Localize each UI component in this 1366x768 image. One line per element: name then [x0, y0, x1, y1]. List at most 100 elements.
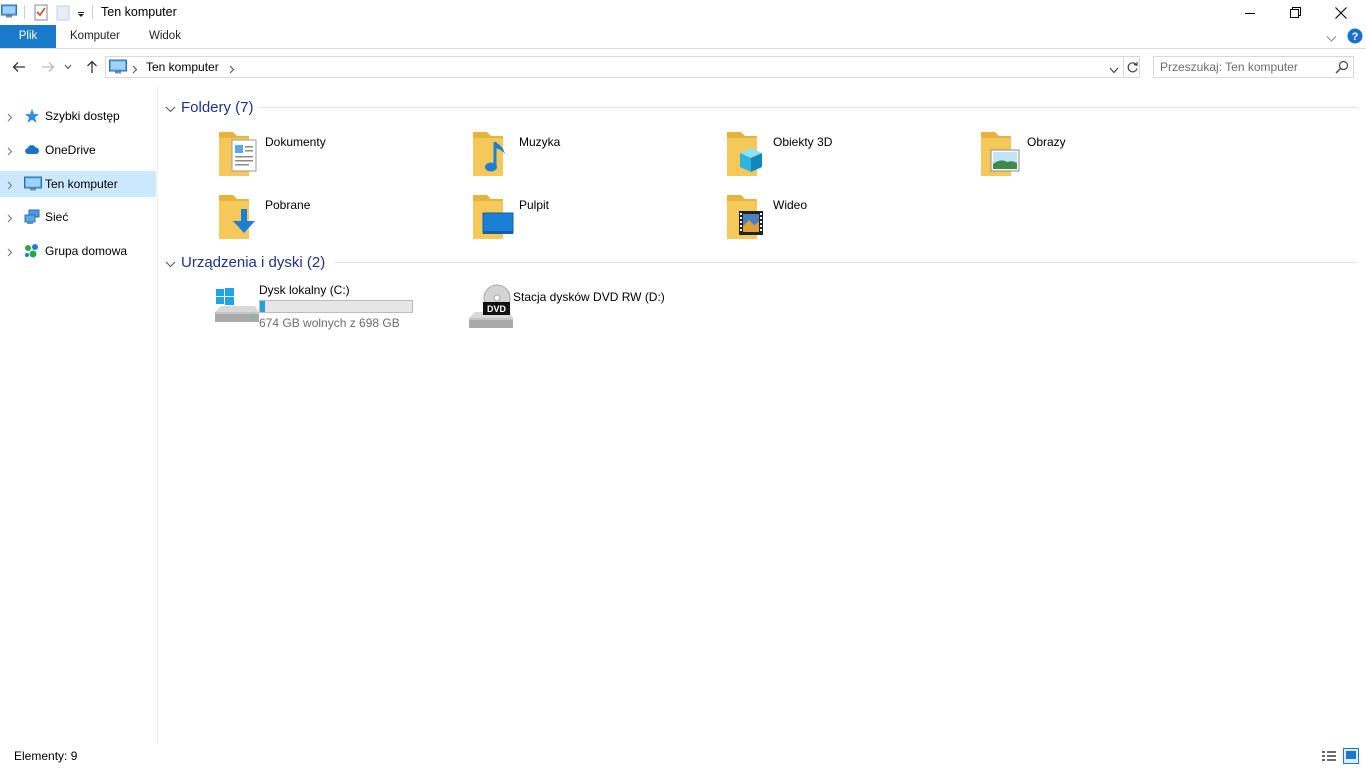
- address-divider: [1123, 57, 1124, 77]
- address-bar[interactable]: Ten komputer: [105, 56, 1140, 78]
- drive-label: Stacja dysków DVD RW (D:): [513, 290, 665, 304]
- folder-item-videos[interactable]: Wideo: [727, 191, 977, 247]
- toolbar-divider: [24, 5, 25, 19]
- expand-chevron-icon[interactable]: [7, 212, 13, 226]
- up-button[interactable]: [82, 58, 102, 76]
- breadcrumb-item[interactable]: Ten komputer: [146, 60, 219, 74]
- close-button[interactable]: [1318, 0, 1364, 25]
- collapse-chevron-icon[interactable]: [165, 102, 176, 116]
- properties-icon[interactable]: [33, 3, 49, 21]
- tab-view[interactable]: Widok: [139, 25, 191, 48]
- folder-item-downloads[interactable]: Pobrane: [219, 191, 469, 247]
- forward-button[interactable]: [38, 58, 58, 76]
- large-icons-view-icon[interactable]: [1343, 748, 1359, 767]
- group-header-folders[interactable]: Foldery (7): [165, 96, 1358, 118]
- new-folder-icon[interactable]: [56, 3, 70, 21]
- minimize-icon: [1245, 12, 1255, 14]
- folder-label: Pobrane: [265, 198, 311, 212]
- folder-item-documents[interactable]: Dokumenty: [219, 128, 469, 184]
- sidebar-item-homegroup[interactable]: Grupa domowa: [0, 238, 156, 264]
- expand-chevron-icon[interactable]: [7, 111, 13, 125]
- sidebar-item-this-pc[interactable]: Ten komputer: [0, 171, 156, 197]
- desktop-folder-icon: [473, 191, 521, 239]
- status-bar: Elementy: 9: [0, 744, 1366, 768]
- drive-item-local-disk[interactable]: Dysk lokalny (C:) 674 GB wolnych z 698 G…: [213, 282, 433, 334]
- sidebar-item-label: Sieć: [45, 210, 69, 224]
- drive-label: Dysk lokalny (C:): [259, 283, 350, 297]
- folder-label: Wideo: [773, 198, 808, 212]
- folder-item-desktop[interactable]: Pulpit: [473, 191, 723, 247]
- details-view-icon[interactable]: [1321, 749, 1337, 766]
- music-folder-icon: [473, 128, 521, 176]
- ribbon: Plik Komputer Widok ?: [0, 25, 1366, 49]
- group-divider: [260, 107, 1358, 108]
- group-title: Urządzenia i dyski (2): [181, 254, 326, 271]
- sidebar-item-label: OneDrive: [45, 143, 96, 157]
- address-row: Ten komputer: [0, 50, 1366, 86]
- group-divider: [335, 262, 1358, 263]
- folder-label: Muzyka: [519, 135, 561, 149]
- folder-item-3d-objects[interactable]: Obiekty 3D: [727, 128, 977, 184]
- downloads-folder-icon: [219, 191, 267, 239]
- star-icon: [24, 108, 40, 124]
- arrow-right-icon: [42, 62, 55, 72]
- videos-folder-icon: [727, 191, 775, 239]
- network-icon: [24, 209, 40, 225]
- expand-chevron-icon[interactable]: [7, 179, 13, 193]
- expand-chevron-icon[interactable]: [7, 246, 13, 260]
- breadcrumb-chevron-icon[interactable]: [229, 63, 235, 77]
- refresh-icon[interactable]: [1126, 60, 1139, 77]
- toolbar-divider: [92, 5, 93, 19]
- svg-text:?: ?: [1352, 31, 1359, 43]
- drive-item-dvd[interactable]: DVD Stacja dysków DVD RW (D:): [467, 282, 717, 338]
- expand-ribbon-icon[interactable]: [1326, 32, 1337, 46]
- breadcrumb-separator-icon[interactable]: [132, 63, 138, 77]
- restore-button[interactable]: [1272, 0, 1318, 25]
- tab-file[interactable]: Plik: [0, 25, 56, 48]
- collapse-chevron-icon[interactable]: [165, 257, 176, 271]
- folder-label: Dokumenty: [265, 135, 326, 149]
- folder-label: Pulpit: [519, 198, 550, 212]
- items-count: Elementy: 9: [14, 749, 78, 763]
- arrow-left-icon: [12, 62, 25, 72]
- address-history-dropdown[interactable]: [1109, 63, 1119, 77]
- local-disk-icon: [213, 282, 261, 330]
- chevron-down-icon: [64, 64, 72, 70]
- computer-icon: [109, 59, 127, 78]
- search-box[interactable]: [1153, 56, 1354, 78]
- folder-item-pictures[interactable]: Obrazy: [981, 128, 1231, 184]
- sidebar-item-onedrive[interactable]: OneDrive: [0, 137, 156, 163]
- back-button[interactable]: [9, 58, 29, 76]
- arrow-up-icon: [87, 60, 97, 73]
- dvd-badge: DVD: [487, 304, 507, 314]
- search-input[interactable]: [1160, 59, 1330, 75]
- recent-locations-button[interactable]: [62, 58, 74, 76]
- tab-computer[interactable]: Komputer: [60, 25, 130, 48]
- cloud-icon: [24, 142, 40, 158]
- navigation-pane: Szybki dostęp OneDrive Ten komputer Sieć…: [0, 86, 158, 744]
- folder-item-music[interactable]: Muzyka: [473, 128, 723, 184]
- customize-toolbar-dropdown[interactable]: [76, 3, 86, 21]
- search-icon[interactable]: [1335, 60, 1349, 77]
- documents-folder-icon: [219, 128, 267, 176]
- close-icon: [1335, 6, 1347, 19]
- group-title: Foldery (7): [181, 99, 254, 116]
- restore-icon: [1289, 7, 1301, 18]
- sidebar-item-label: Ten komputer: [45, 177, 118, 191]
- drive-usage-fill: [260, 301, 266, 312]
- 3d-objects-folder-icon: [727, 128, 775, 176]
- title-bar: Ten komputer: [0, 0, 1366, 25]
- content-area: Foldery (7) Dokumenty Muzyka Obiekty 3D …: [159, 86, 1366, 744]
- computer-icon: [1, 3, 17, 21]
- folder-label: Obrazy: [1027, 135, 1066, 149]
- sidebar-item-network[interactable]: Sieć: [0, 204, 156, 230]
- homegroup-icon: [24, 243, 40, 259]
- group-header-devices-drives[interactable]: Urządzenia i dyski (2): [165, 251, 1358, 273]
- expand-chevron-icon[interactable]: [7, 145, 13, 159]
- sidebar-item-quick-access[interactable]: Szybki dostęp: [0, 103, 156, 129]
- sidebar-item-label: Grupa domowa: [45, 244, 128, 258]
- window-title: Ten komputer: [101, 5, 177, 19]
- drive-usage-bar: [259, 300, 413, 313]
- help-icon[interactable]: ?: [1347, 28, 1363, 47]
- minimize-button[interactable]: [1227, 0, 1273, 25]
